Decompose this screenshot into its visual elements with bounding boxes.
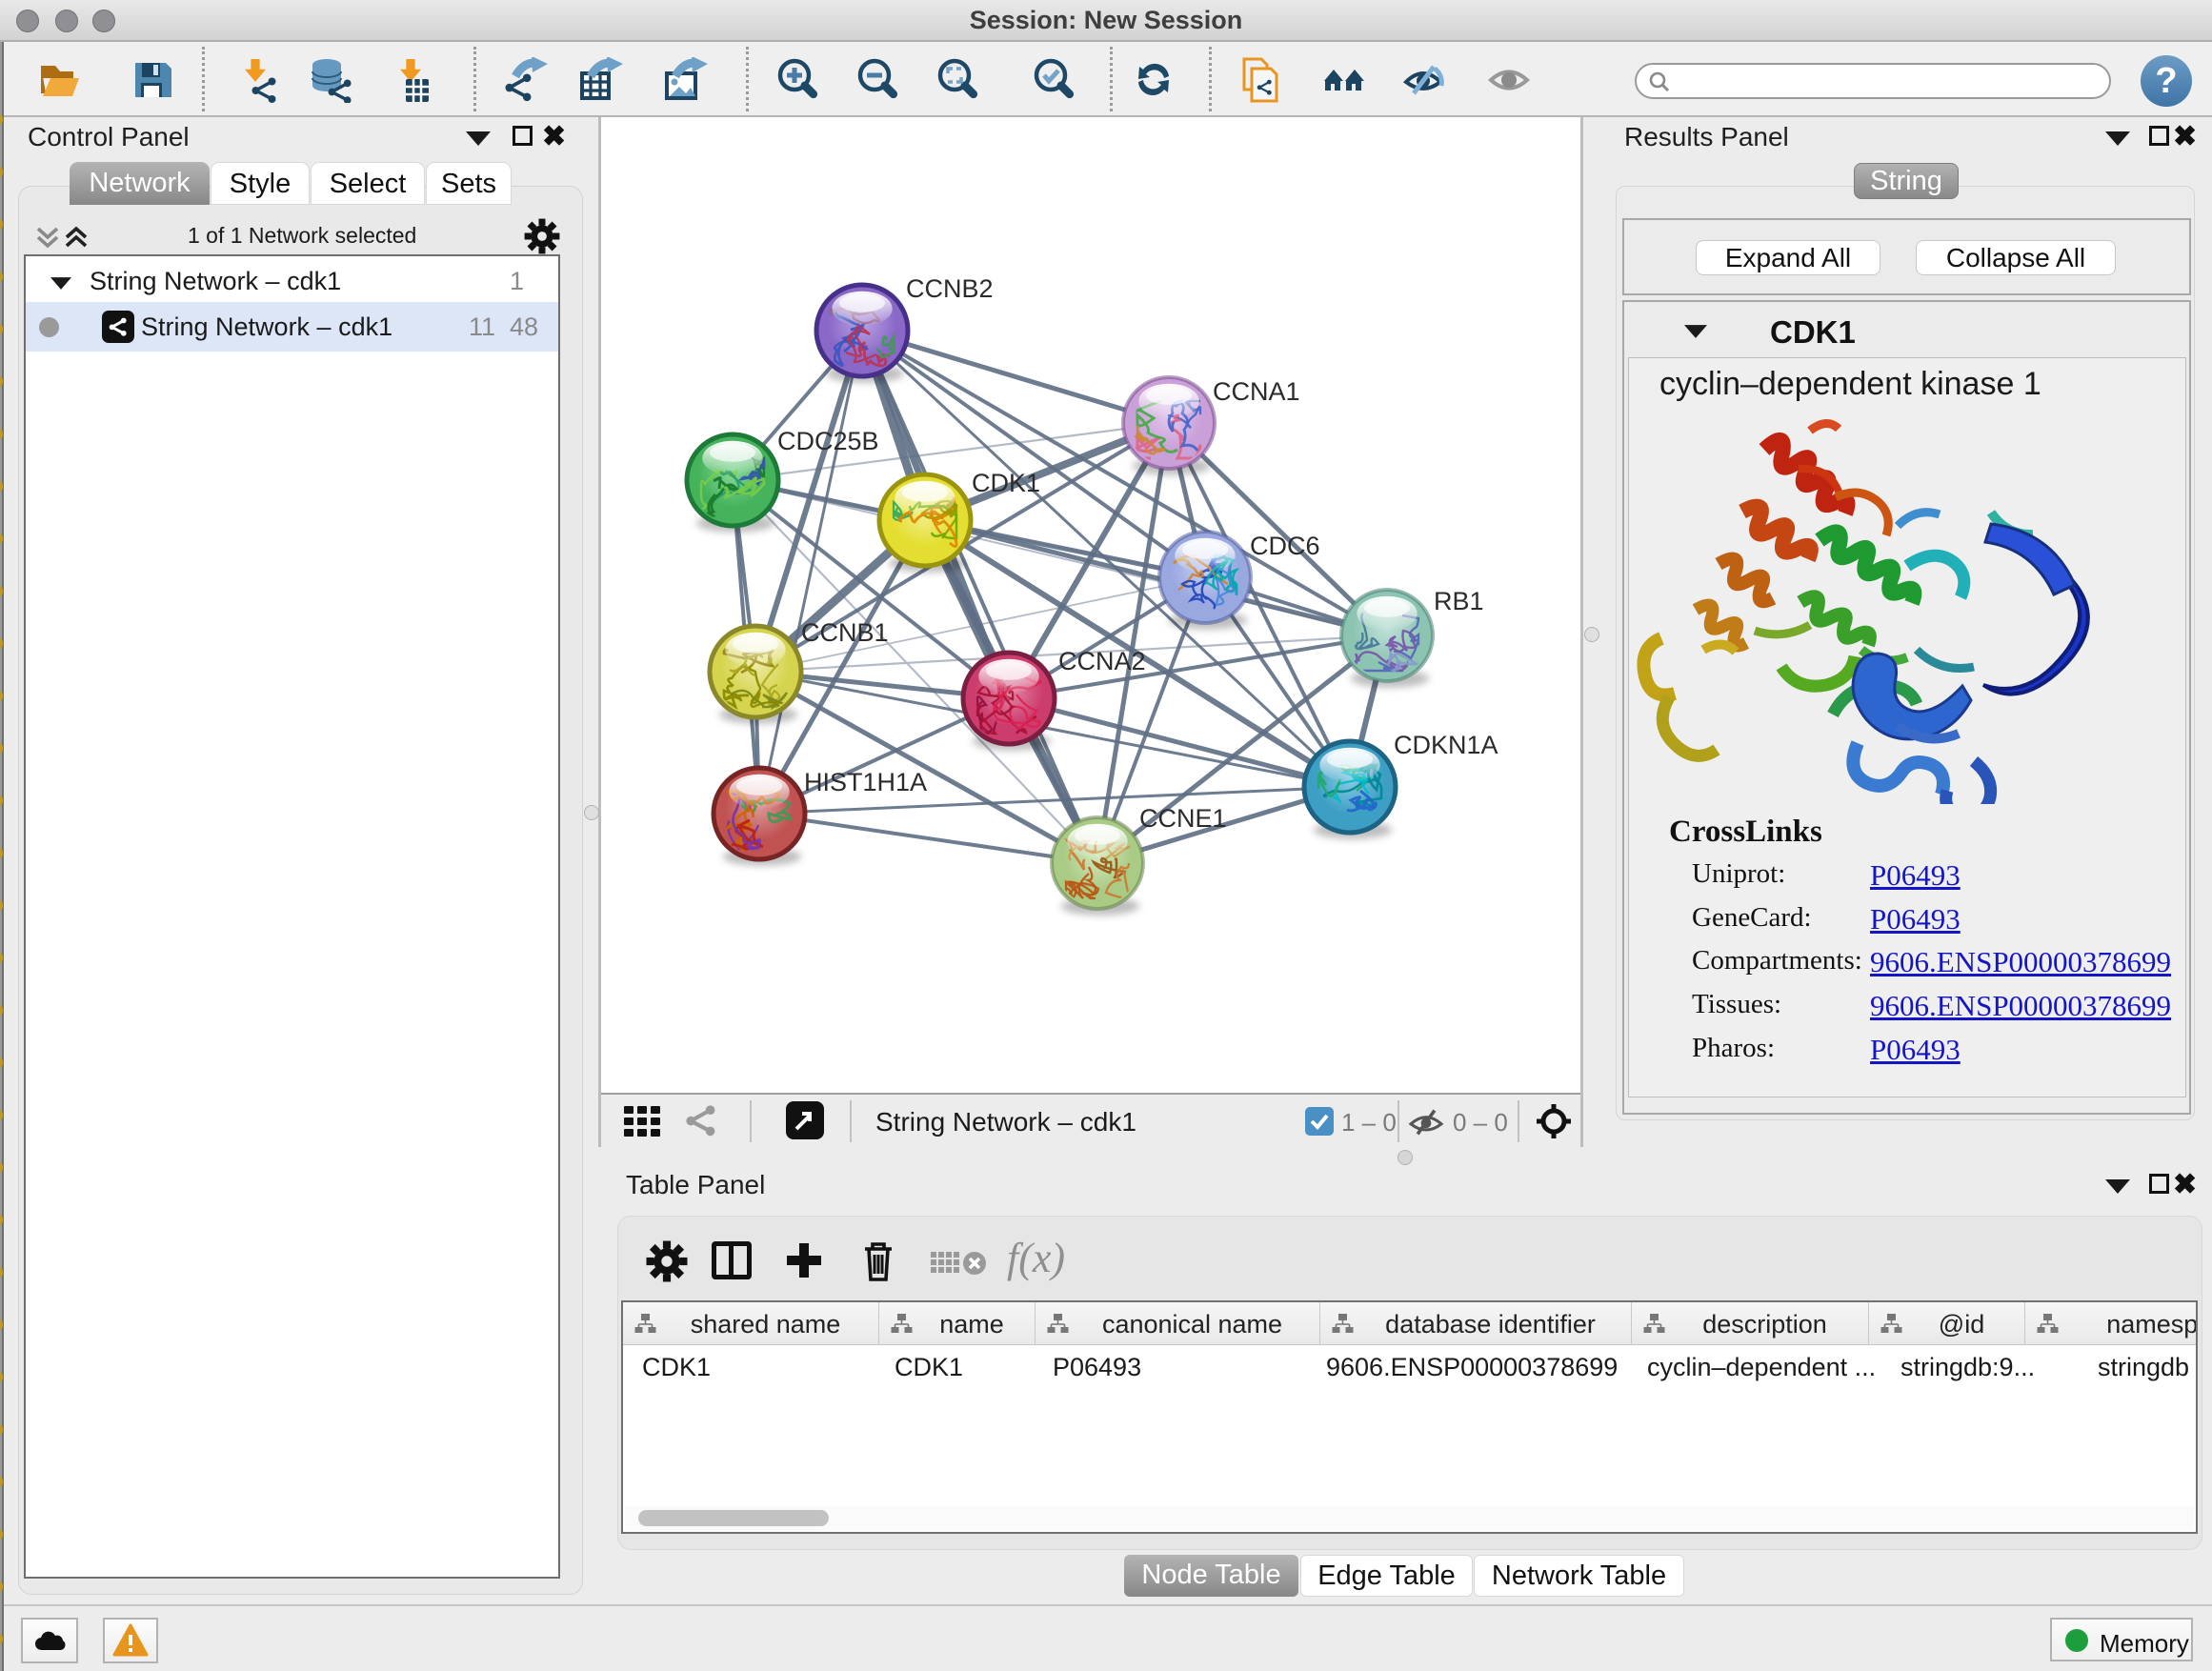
svg-text:CCNB1: CCNB1 [801, 618, 889, 647]
svg-text:CCNE1: CCNE1 [1139, 804, 1227, 833]
svg-text:CCNA2: CCNA2 [1058, 647, 1146, 675]
svg-text:CCNB2: CCNB2 [906, 274, 994, 303]
svg-text:HIST1H1A: HIST1H1A [804, 768, 927, 796]
svg-text:CDK1: CDK1 [972, 469, 1040, 497]
svg-text:CDKN1A: CDKN1A [1394, 731, 1498, 759]
svg-text:CDC6: CDC6 [1250, 532, 1320, 560]
svg-text:CCNA1: CCNA1 [1213, 377, 1300, 406]
svg-text:CDC25B: CDC25B [777, 427, 879, 455]
svg-text:RB1: RB1 [1434, 587, 1484, 615]
